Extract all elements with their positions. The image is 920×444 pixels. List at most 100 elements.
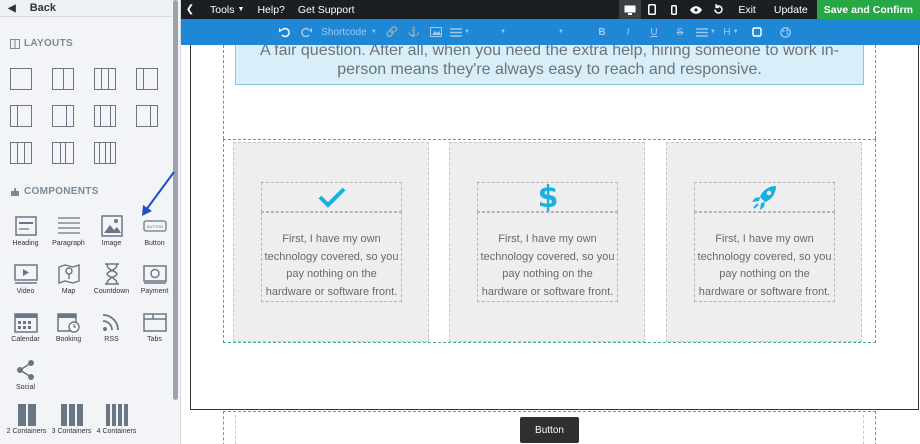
containers-3[interactable]: 3 Containers: [49, 404, 94, 435]
layout-sidebar-right[interactable]: [52, 105, 74, 127]
calendar-icon: [13, 313, 38, 333]
help-link[interactable]: Help?: [257, 4, 284, 16]
link-button[interactable]: 🔗: [381, 19, 403, 45]
feature-column[interactable]: First, I have my own technology covered,…: [233, 142, 429, 342]
svg-text:$: $: [538, 182, 558, 212]
tablet-icon: [648, 4, 657, 15]
video-icon: [13, 264, 38, 284]
layout-3-columns[interactable]: [94, 68, 116, 90]
quote-text-block[interactable]: A fair question. After all, when you nee…: [235, 45, 864, 85]
layout-sidebar-left[interactable]: [10, 105, 32, 127]
feature-text[interactable]: First, I have my own technology covered,…: [694, 212, 835, 302]
payment-icon: [142, 265, 167, 284]
desktop-view-button[interactable]: [619, 0, 642, 19]
builder-sidebar: ◀ Back LAYOUTS COMPONENTS Heading Paragr…: [0, 0, 181, 444]
picture-icon: [430, 27, 442, 37]
redo-button[interactable]: [295, 19, 317, 45]
underline-button[interactable]: U: [641, 19, 667, 45]
get-support-link[interactable]: Get Support: [298, 4, 355, 16]
layout-2-columns[interactable]: [52, 68, 74, 90]
layout-4-columns[interactable]: [136, 68, 158, 90]
feature-icon-box[interactable]: $: [477, 182, 618, 212]
feature-column[interactable]: $ First, I have my own technology covere…: [449, 142, 645, 342]
font-size-dropdown[interactable]: ▼: [533, 19, 589, 45]
strikethrough-button[interactable]: S: [667, 19, 693, 45]
component-countdown[interactable]: Countdown: [90, 262, 133, 304]
heading-level-dropdown[interactable]: H ▼: [719, 19, 743, 45]
component-video[interactable]: Video: [4, 262, 47, 304]
feature-icon-box[interactable]: [261, 182, 402, 212]
layout-wide-center[interactable]: [94, 105, 116, 127]
italic-button[interactable]: I: [615, 19, 641, 45]
caret-down-icon: ▼: [732, 29, 739, 35]
shortcode-dropdown[interactable]: Shortcode ▼: [317, 19, 381, 45]
chevron-left-icon: ❮: [185, 4, 195, 15]
component-tabs[interactable]: Tabs: [133, 310, 172, 352]
component-payment[interactable]: Payment: [133, 262, 172, 304]
layout-three-even[interactable]: [10, 142, 32, 164]
caret-down-icon: ▼: [710, 29, 716, 35]
two-containers-icon: [17, 404, 36, 426]
feature-text[interactable]: First, I have my own technology covered,…: [261, 212, 402, 302]
cta-button[interactable]: Button: [520, 417, 579, 443]
format-dropdown[interactable]: ▼: [473, 19, 533, 45]
bold-icon: B: [598, 26, 606, 38]
containers-grid: 2 Containers 3 Containers 4 Containers: [4, 404, 139, 435]
annotation-arrow: [142, 171, 175, 216]
feature-column[interactable]: First, I have my own technology covered,…: [666, 142, 862, 342]
anchor-button[interactable]: ⚓: [403, 19, 425, 45]
list-dropdown[interactable]: ▼: [447, 19, 473, 45]
layout-1-column[interactable]: [10, 68, 32, 90]
component-booking[interactable]: Booking: [47, 310, 90, 352]
strikethrough-icon: S: [676, 26, 684, 38]
containers-4[interactable]: 4 Containers: [94, 404, 139, 435]
feature-icon-box[interactable]: [694, 182, 835, 212]
component-calendar[interactable]: Calendar: [4, 310, 47, 352]
list-icon: [450, 27, 463, 37]
four-containers-icon: [105, 404, 128, 426]
tabs-icon: [142, 313, 167, 332]
component-rss[interactable]: RSS: [90, 310, 133, 352]
component-image[interactable]: Image: [90, 214, 133, 256]
box-style-button[interactable]: [743, 19, 771, 45]
tablet-view-button[interactable]: [641, 0, 663, 19]
feature-text[interactable]: First, I have my own technology covered,…: [477, 212, 618, 302]
component-social[interactable]: Social: [4, 358, 47, 400]
page-canvas: A fair question. After all, when you nee…: [181, 45, 920, 444]
link-icon: 🔗: [385, 26, 399, 38]
rocket-icon: [751, 186, 776, 210]
containers-2[interactable]: 2 Containers: [4, 404, 49, 435]
layout-narrow-center[interactable]: [52, 142, 74, 164]
desktop-icon: [624, 5, 636, 15]
italic-icon: I: [626, 26, 630, 38]
preview-button[interactable]: [685, 0, 707, 19]
update-link[interactable]: Update: [774, 4, 808, 16]
rss-icon: [102, 314, 119, 331]
align-dropdown[interactable]: ▼: [693, 19, 719, 45]
caret-down-icon: ▼: [500, 29, 506, 35]
bold-button[interactable]: B: [589, 19, 615, 45]
back-button[interactable]: ◀ Back: [0, 0, 172, 17]
component-paragraph[interactable]: Paragraph: [47, 214, 90, 256]
component-heading[interactable]: Heading: [4, 214, 47, 256]
layout-three-left[interactable]: [136, 105, 158, 127]
save-and-confirm-button[interactable]: Save and Confirm: [816, 0, 920, 19]
eye-icon: [690, 5, 703, 14]
checkmark-icon: [318, 187, 345, 208]
layouts-icon: [10, 38, 20, 49]
align-icon: [696, 27, 709, 37]
insert-image-button[interactable]: [425, 19, 447, 45]
component-map[interactable]: Map: [47, 262, 90, 304]
features-row[interactable]: First, I have my own technology covered,…: [223, 139, 876, 343]
layout-four-even[interactable]: [94, 142, 116, 164]
color-palette-button[interactable]: [771, 19, 799, 45]
undo-button[interactable]: [273, 19, 295, 45]
component-button[interactable]: BUTTON Button: [133, 214, 172, 256]
tools-menu[interactable]: Tools ▼: [210, 4, 244, 16]
back-label: Back: [29, 2, 56, 14]
mobile-view-button[interactable]: [663, 0, 685, 19]
collapse-sidebar-button[interactable]: ❮: [183, 0, 197, 19]
redo-icon: [300, 27, 312, 37]
exit-link[interactable]: Exit: [738, 4, 756, 16]
history-button[interactable]: [707, 0, 729, 19]
